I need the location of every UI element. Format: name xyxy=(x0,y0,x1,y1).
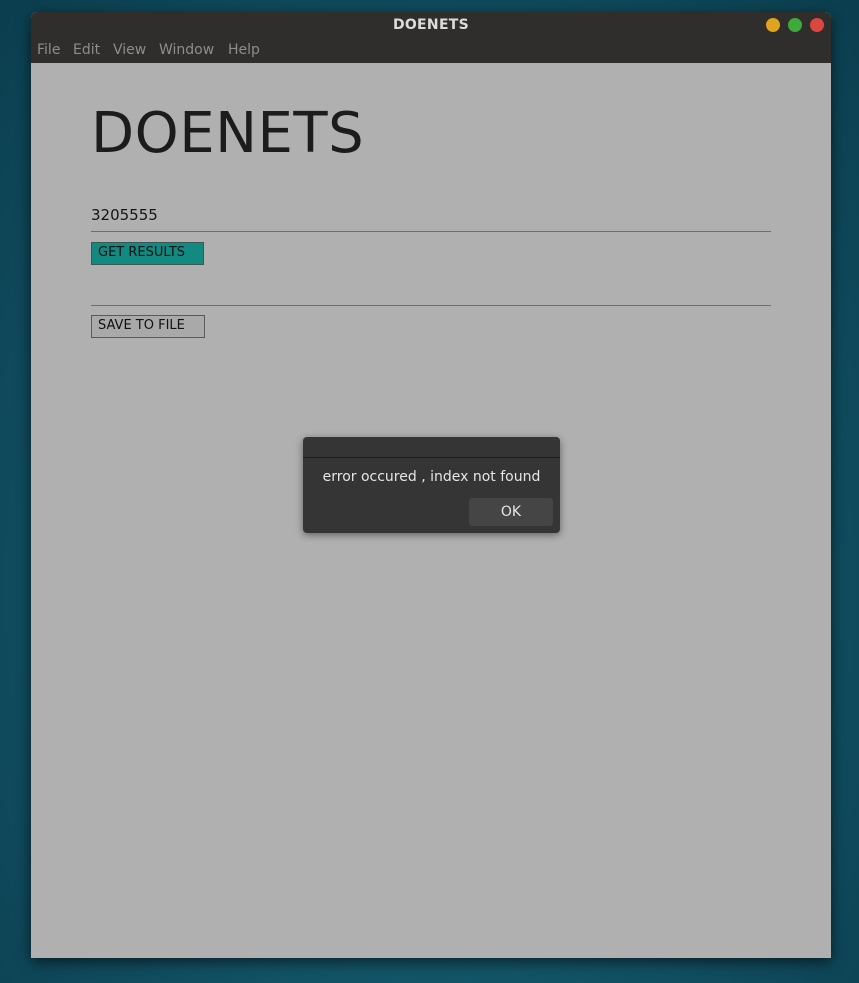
menu-file[interactable]: File xyxy=(37,42,60,58)
menu-help[interactable]: Help xyxy=(228,42,260,58)
get-results-button[interactable]: GET RESULTS xyxy=(91,242,204,265)
window-title: DOENETS xyxy=(392,17,470,33)
ok-button[interactable]: OK xyxy=(469,498,553,526)
menu-bar: File Edit View Window Help xyxy=(31,39,831,63)
results-field[interactable] xyxy=(91,305,771,306)
page-title: DOENETS xyxy=(91,101,365,166)
menu-window[interactable]: Window xyxy=(159,42,214,58)
menu-view[interactable]: View xyxy=(113,42,146,58)
index-input[interactable] xyxy=(91,199,771,232)
error-dialog: error occured , index not found OK xyxy=(303,437,560,533)
title-bar[interactable]: DOENETS xyxy=(31,12,831,39)
menu-edit[interactable]: Edit xyxy=(73,42,100,58)
minimize-button[interactable] xyxy=(766,18,780,32)
close-button[interactable] xyxy=(810,18,824,32)
maximize-button[interactable] xyxy=(788,18,802,32)
dialog-header[interactable] xyxy=(303,437,560,458)
save-to-file-button[interactable]: SAVE TO FILE xyxy=(91,315,205,338)
error-message: error occured , index not found xyxy=(322,469,541,485)
